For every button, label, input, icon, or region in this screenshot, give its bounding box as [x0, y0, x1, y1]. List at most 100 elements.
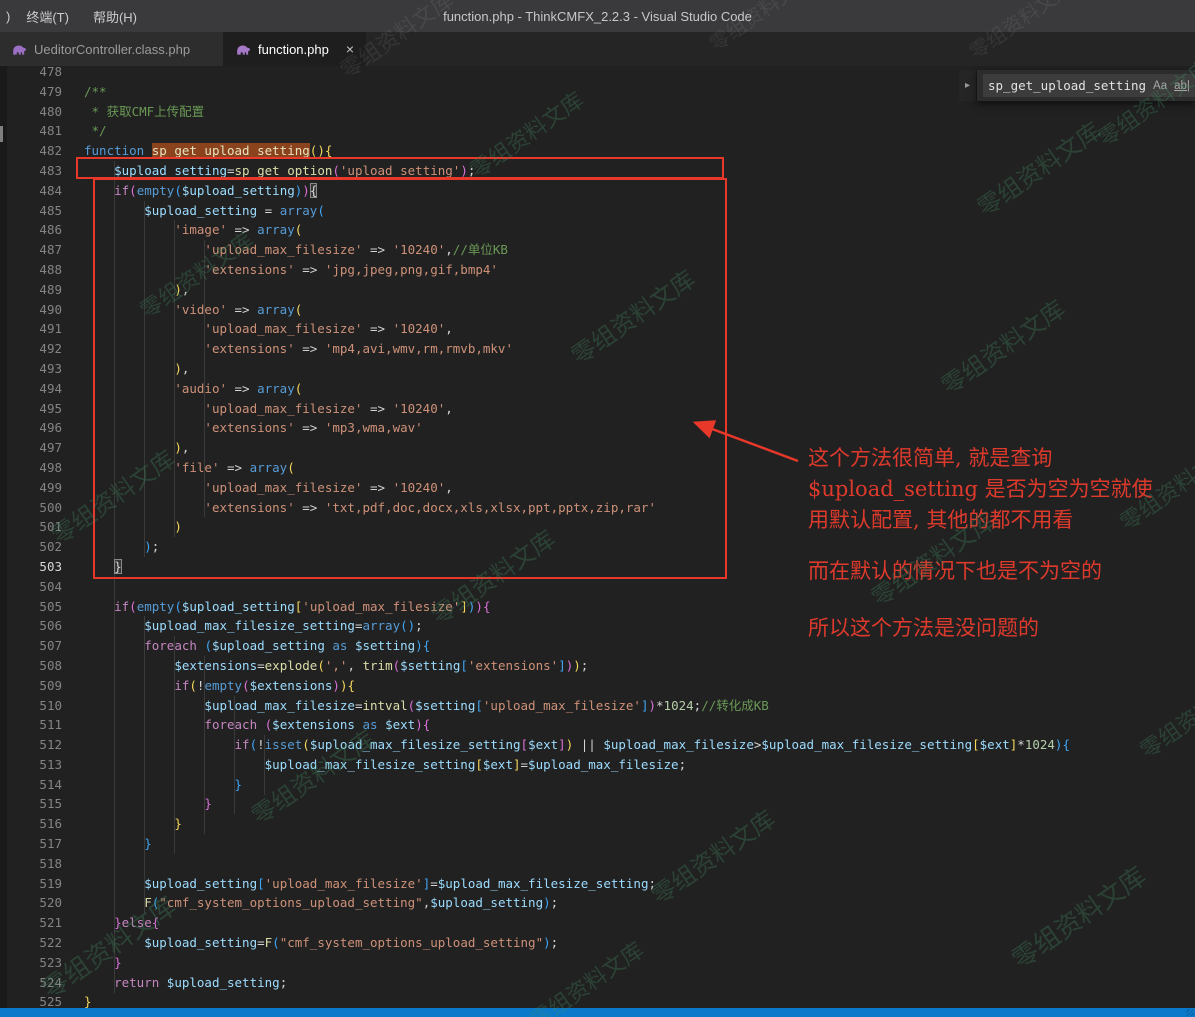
find-query-text[interactable]: sp_get_upload_setting: [988, 78, 1146, 93]
code-line[interactable]: 523 }: [7, 953, 1195, 973]
line-number: 484: [39, 182, 62, 198]
line-number: 490: [39, 301, 62, 317]
line-number: 520: [39, 895, 62, 911]
code-line[interactable]: 514 }: [7, 775, 1195, 795]
line-number: 480: [39, 103, 62, 119]
code-line[interactable]: 524 return $upload_setting;: [7, 973, 1195, 993]
code-text: return $upload_setting;: [114, 974, 288, 990]
activity-bar-edge: [0, 66, 7, 1008]
line-number: 503: [39, 558, 62, 574]
code-line[interactable]: 495 'upload_max_filesize' => '10240',: [7, 399, 1195, 419]
code-text: 'extensions' => 'jpg,jpeg,png,gif,bmp4': [204, 261, 498, 277]
resize-grip-icon[interactable]: [1186, 1009, 1194, 1016]
menu-bar[interactable]: ) 终端(T) 帮助(H): [0, 7, 149, 26]
line-number: 523: [39, 954, 62, 970]
tab-bar: UeditorController.class.php function.php…: [0, 32, 1195, 66]
line-number: 509: [39, 677, 62, 693]
line-number: 524: [39, 974, 62, 990]
php-elephant-icon: [237, 45, 250, 55]
code-line[interactable]: 489 ),: [7, 280, 1195, 300]
menu-item[interactable]: 终端(T): [14, 7, 81, 26]
code-line[interactable]: 484 if(empty($upload_setting)){: [7, 181, 1195, 201]
code-text: $upload_setting['upload_max_filesize']=$…: [144, 875, 656, 891]
line-number: 504: [39, 578, 62, 594]
find-widget-body: sp_get_upload_setting Aa ab|: [977, 70, 1195, 101]
code-line[interactable]: 491 'upload_max_filesize' => '10240',: [7, 319, 1195, 339]
find-input[interactable]: sp_get_upload_setting Aa ab|: [983, 74, 1195, 97]
code-line[interactable]: 509 if(!empty($extensions)){: [7, 676, 1195, 696]
php-elephant-icon: [13, 45, 26, 55]
tab-ueditorcontroller[interactable]: UeditorController.class.php: [0, 32, 224, 66]
tab-function-php[interactable]: function.php ×: [224, 32, 367, 66]
code-line[interactable]: 496 'extensions' => 'mp3,wma,wav': [7, 418, 1195, 438]
code-line[interactable]: 488 'extensions' => 'jpg,jpeg,png,gif,bm…: [7, 260, 1195, 280]
code-text: * 获取CMF上传配置: [84, 103, 205, 119]
code-line[interactable]: 481 */: [7, 121, 1195, 141]
code-line[interactable]: 492 'extensions' => 'mp4,avi,wmv,rm,rmvb…: [7, 339, 1195, 359]
code-line[interactable]: 483 $upload_setting=sp_get_option('uploa…: [7, 161, 1195, 181]
line-number: 497: [39, 440, 62, 456]
window-title: function.php - ThinkCMFX_2.2.3 - Visual …: [443, 8, 752, 24]
line-number: 487: [39, 242, 62, 258]
code-line[interactable]: 508 $extensions=explode(',', trim($setti…: [7, 656, 1195, 676]
code-text: $upload_setting=F("cmf_system_options_up…: [144, 935, 559, 951]
code-line[interactable]: 490 'video' => array(: [7, 300, 1195, 320]
code-text: $upload_setting=sp_get_option('upload_se…: [114, 162, 476, 178]
code-line[interactable]: 522 $upload_setting=F("cmf_system_option…: [7, 933, 1195, 953]
code-text: $upload_max_filesize=intval($setting['up…: [204, 697, 769, 713]
whole-word-icon[interactable]: ab|: [1174, 80, 1190, 92]
code-line[interactable]: 513 $upload_max_filesize_setting[$ext]=$…: [7, 755, 1195, 775]
code-line[interactable]: 519 $upload_setting['upload_max_filesize…: [7, 874, 1195, 894]
menu-item[interactable]: 帮助(H): [81, 7, 149, 26]
line-number: 507: [39, 638, 62, 654]
code-line[interactable]: 494 'audio' => array(: [7, 379, 1195, 399]
code-text: /**: [84, 83, 107, 99]
code-text: if(!isset($upload_max_filesize_setting[$…: [234, 737, 1070, 753]
code-line[interactable]: 480 * 获取CMF上传配置: [7, 102, 1195, 122]
code-text: 'upload_max_filesize' => '10240',//单位KB: [204, 242, 508, 258]
code-line[interactable]: 520 F("cmf_system_options_upload_setting…: [7, 893, 1195, 913]
line-number: 491: [39, 321, 62, 337]
line-number: 506: [39, 618, 62, 634]
annotation-text: 而在默认的情况下也是不为空的: [808, 559, 1102, 583]
code-text: ),: [174, 360, 190, 376]
line-number: 511: [39, 717, 62, 733]
code-text: 'upload_max_filesize' => '10240',: [204, 321, 453, 337]
code-area[interactable]: 478 479/** 480 * 获取CMF上传配置 481 */482 functio…: [7, 62, 1195, 1012]
code-text: }: [144, 836, 152, 852]
tab-label: function.php: [258, 41, 329, 57]
line-number: 486: [39, 222, 62, 238]
line-number: 498: [39, 459, 62, 475]
tab-close-icon[interactable]: ×: [346, 42, 354, 56]
code-text: $upload_setting = array(: [144, 202, 325, 218]
code-line[interactable]: 511 foreach ($extensions as $ext){: [7, 715, 1195, 735]
code-line[interactable]: 487 'upload_max_filesize' => '10240',//单…: [7, 240, 1195, 260]
code-line[interactable]: 486 'image' => array(: [7, 220, 1195, 240]
code-text: F("cmf_system_options_upload_setting",$u…: [144, 895, 559, 911]
line-number: 492: [39, 341, 62, 357]
code-line[interactable]: 493 ),: [7, 359, 1195, 379]
line-number: 508: [39, 657, 62, 673]
find-expand-chevron-icon[interactable]: ▸: [959, 70, 977, 101]
code-text: $extensions=explode(',', trim($setting['…: [174, 657, 589, 673]
code-line[interactable]: 518: [7, 854, 1195, 874]
code-text: function sp_get_upload_setting(){: [84, 143, 333, 159]
match-case-icon[interactable]: Aa: [1153, 80, 1167, 92]
line-number: 515: [39, 796, 62, 812]
line-number: 502: [39, 539, 62, 555]
menu-item[interactable]: ): [2, 9, 14, 24]
code-line[interactable]: 512 if(!isset($upload_max_filesize_setti…: [7, 735, 1195, 755]
code-line[interactable]: 482 function sp_get_upload_setting(){: [7, 141, 1195, 161]
line-number: 522: [39, 935, 62, 951]
code-text: );: [144, 539, 160, 555]
code-line[interactable]: 510 $upload_max_filesize=intval($setting…: [7, 696, 1195, 716]
code-text: }: [174, 816, 182, 832]
status-bar[interactable]: [0, 1008, 1195, 1017]
activity-bar-marker: [0, 126, 3, 142]
code-line[interactable]: 502 );: [7, 537, 1195, 557]
code-line[interactable]: 521 }else{: [7, 913, 1195, 933]
code-line[interactable]: 516 }: [7, 814, 1195, 834]
code-line[interactable]: 517 }: [7, 834, 1195, 854]
code-line[interactable]: 515 }: [7, 794, 1195, 814]
code-line[interactable]: 485 $upload_setting = array(: [7, 201, 1195, 221]
